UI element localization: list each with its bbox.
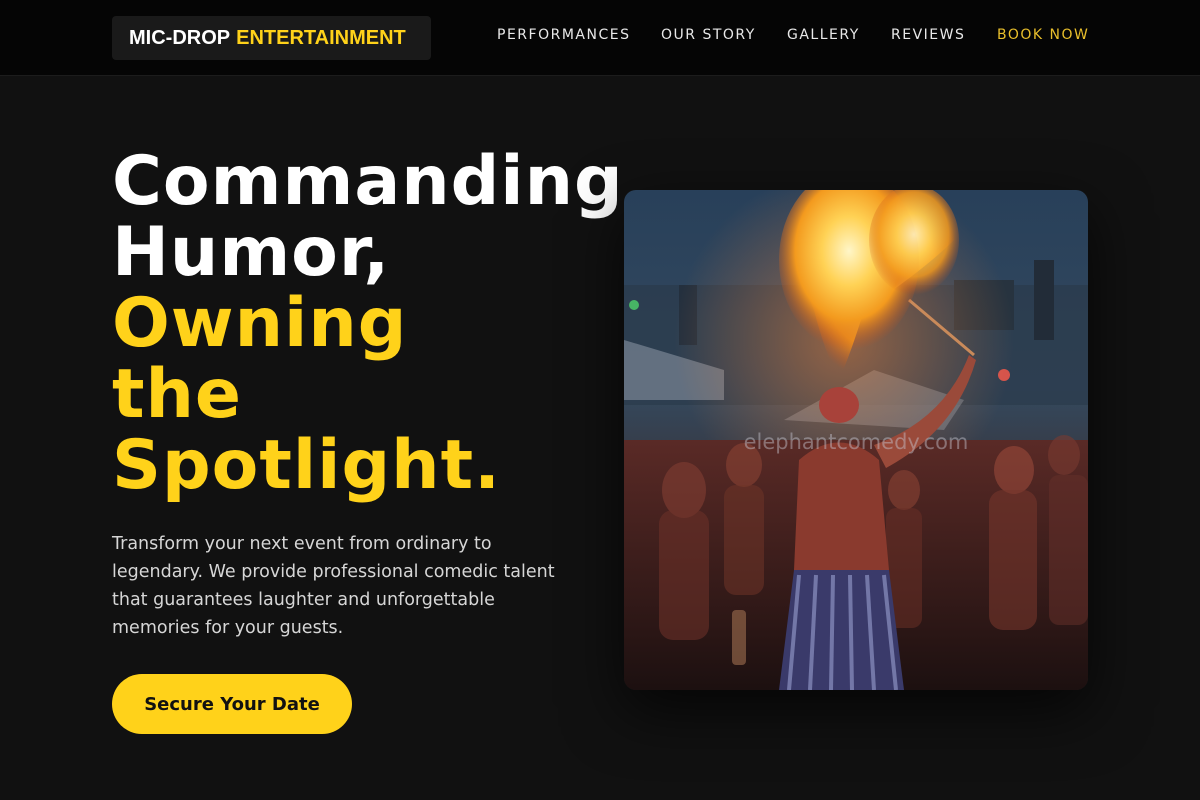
site-logo[interactable]: MIC-DROP ENTERTAINMENT — [112, 16, 431, 60]
nav-book-now[interactable]: BOOK NOW — [997, 27, 1089, 47]
hero-title: Commanding Humor, Owning the Spotlight. — [112, 146, 624, 501]
nav-our-story[interactable]: OUR STORY — [661, 27, 756, 47]
hero-title-line: Commanding — [112, 142, 624, 221]
hero-photo: elephantcomedy.com — [624, 190, 1088, 690]
site-header: MIC-DROP ENTERTAINMENT PERFORMANCES OUR … — [0, 0, 1200, 76]
logo-text-primary: MIC-DROP — [129, 26, 231, 49]
hero-title-line: Spotlight. — [112, 426, 501, 505]
nav-reviews[interactable]: REVIEWS — [891, 27, 965, 47]
hero-title-line: Owning — [112, 284, 408, 363]
nav-performances[interactable]: PERFORMANCES — [497, 27, 630, 47]
nav-gallery[interactable]: GALLERY — [787, 27, 860, 47]
hero-title-line: Humor, — [112, 213, 391, 292]
secure-your-date-button[interactable]: Secure Your Date — [112, 674, 352, 734]
hero-title-line: the — [112, 355, 243, 434]
hero-description: Transform your next event from ordinary … — [112, 534, 555, 638]
logo-text-accent: ENTERTAINMENT — [236, 26, 406, 49]
photo-watermark: elephantcomedy.com — [743, 430, 969, 454]
